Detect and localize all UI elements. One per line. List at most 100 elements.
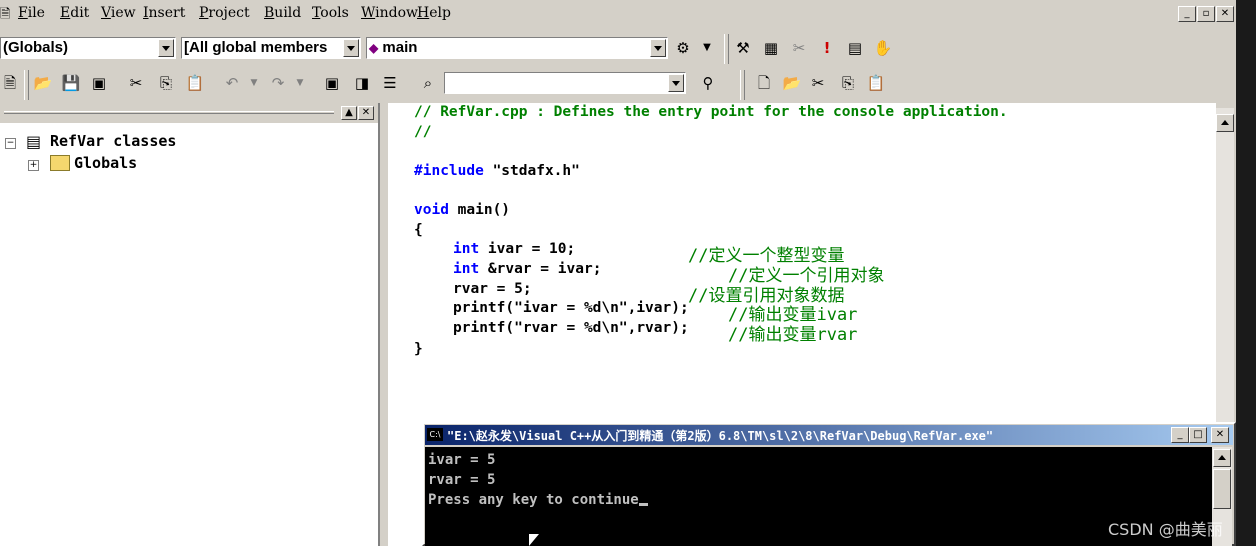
breakpoint-hand-icon[interactable]: ✋ bbox=[873, 38, 893, 58]
redo-icon[interactable]: ↷ bbox=[268, 73, 288, 93]
code-line-main: void main() bbox=[414, 202, 510, 218]
console-maximize-button[interactable]: □ bbox=[1189, 427, 1207, 443]
include-file: "stdafx.h" bbox=[483, 163, 580, 179]
console-line-2: rvar = 5 bbox=[428, 472, 496, 488]
save-icon[interactable]: 💾 bbox=[61, 73, 81, 93]
console-app-icon: C:\ bbox=[427, 428, 443, 441]
paste-icon-2[interactable]: 📋 bbox=[866, 73, 886, 93]
code-line-decl2: int &rvar = ivar; bbox=[453, 261, 601, 277]
console-scroll-up-button[interactable] bbox=[1213, 449, 1231, 467]
go-icon[interactable]: ▤ bbox=[845, 38, 865, 58]
menu-tools[interactable]: Tools bbox=[312, 5, 349, 21]
workspace-icon[interactable]: ▣ bbox=[322, 73, 342, 93]
member-combo-value: main bbox=[382, 39, 418, 56]
new-file-icon[interactable]: 🗋 bbox=[754, 73, 774, 93]
restore-button[interactable]: ▫ bbox=[1197, 6, 1215, 22]
find-combo-arrow[interactable] bbox=[668, 74, 684, 92]
filter-combo[interactable]: [All global members bbox=[181, 37, 361, 59]
console-title-text: "E:\赵永发\Visual C++从入门到精通（第2版）6.8\TM\sl\2… bbox=[447, 429, 994, 443]
workspace-grip bbox=[4, 111, 334, 114]
new-text-file-icon[interactable]: 🗎 bbox=[0, 73, 20, 93]
scroll-up-button[interactable] bbox=[1216, 114, 1234, 132]
tree-collapse-icon[interactable]: − bbox=[5, 138, 16, 149]
build-icon[interactable]: ▦ bbox=[761, 38, 781, 58]
toolbar-grip bbox=[724, 34, 729, 64]
int-keyword-1: int bbox=[453, 241, 480, 257]
console-minimize-button[interactable]: _ bbox=[1171, 427, 1189, 443]
code-line-brace-open: { bbox=[414, 222, 423, 238]
minimize-button[interactable]: _ bbox=[1178, 6, 1196, 22]
wizard-action-icon[interactable]: ⚙ bbox=[673, 38, 693, 58]
code-line-assign: rvar = 5; bbox=[453, 281, 532, 297]
console-scroll-thumb[interactable] bbox=[1213, 469, 1231, 509]
class-tree: − ▤ RefVar classes + Globals bbox=[0, 123, 378, 546]
code-line-printf2: printf("rvar = %d\n",rvar); bbox=[453, 320, 689, 336]
console-titlebar[interactable]: C:\ "E:\赵永发\Visual C++从入门到精通（第2版）6.8\TM\… bbox=[425, 425, 1233, 445]
member-combo-arrow[interactable] bbox=[650, 39, 666, 57]
code-line-include: #include "stdafx.h" bbox=[414, 163, 580, 179]
workspace-minimize-button[interactable]: ▲ bbox=[341, 106, 357, 120]
decl-rvar: &rvar = ivar; bbox=[479, 261, 602, 277]
window-list-icon[interactable]: ☰ bbox=[380, 73, 400, 93]
menu-insert[interactable]: Insert bbox=[143, 5, 185, 21]
console-prompt-text: Press any key to continue bbox=[428, 492, 639, 508]
workspace-titlebar: ▲ ✕ bbox=[0, 103, 378, 123]
copy-icon[interactable]: ⎘ bbox=[156, 73, 176, 93]
tree-expand-icon[interactable]: + bbox=[28, 160, 39, 171]
compile-icon[interactable]: ⚒ bbox=[733, 38, 753, 58]
find-icon[interactable]: ⚲ bbox=[698, 73, 718, 93]
menu-project[interactable]: Project bbox=[199, 5, 250, 21]
include-keyword: #include bbox=[414, 163, 484, 179]
code-line-1: // RefVar.cpp : Defines the entry point … bbox=[414, 104, 1008, 120]
class-combo-value: (Globals) bbox=[3, 39, 69, 56]
execute-icon[interactable]: ! bbox=[817, 38, 837, 58]
menu-build[interactable]: Build bbox=[264, 5, 301, 21]
paste-icon[interactable]: 📋 bbox=[185, 73, 205, 93]
output-window-icon[interactable]: ◨ bbox=[352, 73, 372, 93]
code-line-2: // bbox=[414, 124, 432, 140]
menu-help[interactable]: Help bbox=[417, 5, 451, 21]
decl-ivar: ivar = 10; bbox=[479, 241, 576, 257]
find-in-files-icon[interactable]: ⌕ bbox=[418, 73, 438, 93]
console-close-button[interactable]: ✕ bbox=[1211, 427, 1229, 443]
close-button[interactable]: ✕ bbox=[1216, 6, 1234, 22]
open-folder-icon[interactable]: 📂 bbox=[33, 73, 53, 93]
undo-icon[interactable]: ↶ bbox=[222, 73, 242, 93]
menu-window[interactable]: Window bbox=[361, 5, 418, 21]
undo-dropdown-icon[interactable]: ▼ bbox=[244, 73, 264, 93]
class-combo-arrow[interactable] bbox=[158, 39, 174, 57]
member-combo[interactable]: ◆ main bbox=[366, 37, 668, 59]
workspace-close-button[interactable]: ✕ bbox=[358, 106, 374, 120]
int-keyword-2: int bbox=[453, 261, 480, 277]
save-all-icon[interactable]: ▣ bbox=[89, 73, 109, 93]
redo-dropdown-icon[interactable]: ▼ bbox=[290, 73, 310, 93]
find-combo[interactable] bbox=[444, 72, 686, 94]
tree-globals-label[interactable]: Globals bbox=[74, 154, 137, 172]
cut-icon[interactable]: ✂ bbox=[126, 73, 146, 93]
tree-root-label[interactable]: RefVar classes bbox=[50, 132, 176, 150]
classes-icon: ▤ bbox=[26, 132, 42, 151]
app-doc-icon[interactable]: 🗎 bbox=[0, 5, 10, 27]
menu-edit[interactable]: Edit bbox=[60, 5, 89, 21]
code-line-printf1: printf("ivar = %d\n",ivar); bbox=[453, 300, 689, 316]
toolbar-grip-2 bbox=[24, 70, 29, 100]
menu-file[interactable]: File bbox=[18, 5, 45, 21]
watermark: CSDN @曲美丽 bbox=[1108, 520, 1223, 539]
menu-bar: 🗎 File Edit View Insert Project Build To… bbox=[0, 0, 1256, 28]
open-folder-icon-2[interactable]: 📂 bbox=[782, 73, 802, 93]
cut-icon-2[interactable]: ✂ bbox=[808, 73, 828, 93]
menu-view[interactable]: View bbox=[101, 5, 136, 21]
copy-icon-2[interactable]: ⎘ bbox=[838, 73, 858, 93]
filter-combo-arrow[interactable] bbox=[343, 39, 359, 57]
mouse-pointer-icon bbox=[529, 534, 539, 546]
filter-combo-value: [All global members bbox=[184, 39, 328, 56]
console-line-1: ivar = 5 bbox=[428, 452, 496, 468]
wizard-dropdown-icon[interactable]: ▼ bbox=[697, 38, 717, 58]
main-signature: main() bbox=[448, 202, 511, 218]
code-line-decl1: int ivar = 10; bbox=[453, 241, 575, 257]
toolbar-grip-3 bbox=[740, 70, 745, 100]
console-cursor bbox=[638, 503, 648, 506]
console-line-3: Press any key to continue bbox=[428, 492, 648, 508]
stop-build-icon[interactable]: ✂ bbox=[789, 38, 809, 58]
class-combo[interactable]: (Globals) bbox=[0, 37, 176, 59]
